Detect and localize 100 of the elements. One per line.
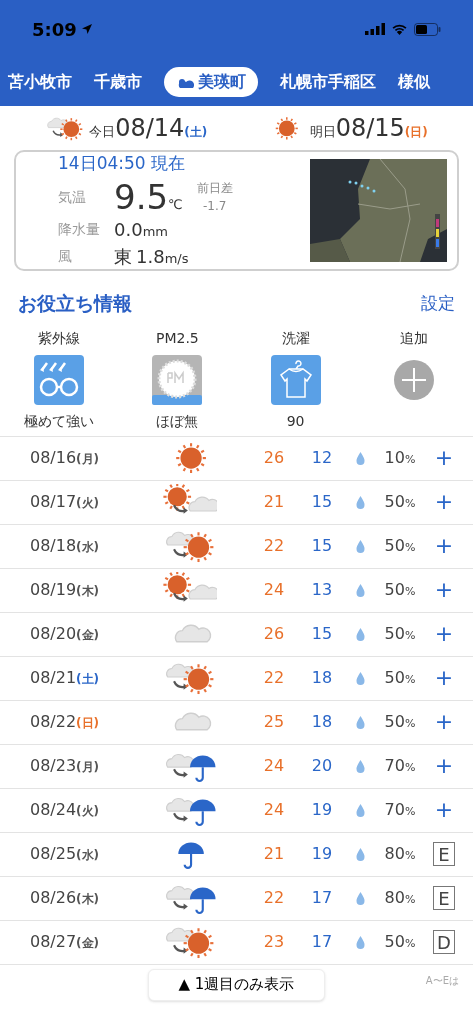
rain-chance: 50% [383, 931, 417, 953]
weather-icon [176, 76, 194, 88]
low-temp: 17 [310, 931, 334, 953]
wifi-icon [391, 23, 408, 35]
low-temp: 12 [310, 447, 334, 469]
info-label: 追加 [399, 328, 428, 348]
forecast-date: 08/18(水) [30, 535, 101, 557]
rain-chance: 70% [383, 799, 417, 821]
add-button[interactable]: + [433, 711, 455, 733]
raindrop-icon [355, 715, 365, 729]
high-temp: 23 [262, 931, 286, 953]
raindrop-icon [355, 539, 365, 553]
low-temp: 18 [310, 711, 334, 733]
field-label: 降水量 [58, 220, 101, 240]
city-tab[interactable]: 札幌市手稲区 [280, 70, 376, 94]
low-temp: 20 [310, 755, 334, 777]
low-temp: 13 [310, 579, 334, 601]
forecast-date: 08/21(土) [30, 667, 101, 689]
raindrop-icon [355, 671, 365, 685]
add-button[interactable]: + [433, 579, 455, 601]
add-icon[interactable] [392, 358, 435, 401]
field-value: 東 1.8m/s [114, 245, 189, 270]
raindrop-icon [355, 891, 365, 905]
info-label: PM2.5 [155, 328, 199, 348]
low-temp: 15 [310, 535, 334, 557]
pm25-icon [152, 354, 203, 405]
forecast-date: 08/27(金) [30, 931, 101, 953]
low-temp: 15 [310, 491, 334, 513]
location-arrow-icon [80, 23, 93, 35]
city-tab[interactable]: 様似 [398, 70, 430, 94]
clock: 5:09 [32, 17, 77, 42]
rain-chance: 50% [383, 535, 417, 557]
high-temp: 26 [262, 447, 286, 469]
raindrop-icon [355, 627, 365, 641]
raindrop-icon [355, 583, 365, 597]
add-button[interactable]: + [433, 755, 455, 777]
raindrop-icon [355, 451, 365, 465]
field-value: 0.0mm [114, 218, 168, 243]
city-tab[interactable]: 美瑛町 [164, 67, 258, 97]
rain-chance: 50% [383, 579, 417, 601]
info-label: 洗濯 [281, 328, 310, 348]
low-temp: 15 [310, 623, 334, 645]
forecast-date: 08/23(月) [30, 755, 101, 777]
info-value: 極めて強い [24, 411, 95, 431]
day-date: 明日 08/15(日) [309, 113, 428, 144]
add-button[interactable]: + [433, 667, 455, 689]
observation-time: 14日04:50 現在 [58, 151, 187, 175]
high-temp: 22 [262, 667, 286, 689]
forecast-date: 08/25(水) [30, 843, 101, 865]
high-temp: 21 [262, 491, 286, 513]
high-temp: 21 [262, 843, 286, 865]
low-temp: 19 [310, 799, 334, 821]
raindrop-icon [355, 759, 365, 773]
high-temp: 24 [262, 799, 286, 821]
low-temp: 17 [310, 887, 334, 909]
settings-link[interactable]: 設定 [421, 290, 455, 316]
signal-icon [365, 23, 385, 35]
info-value: ほぼ無 [156, 411, 199, 431]
add-button[interactable]: + [433, 535, 455, 557]
high-temp: 22 [262, 887, 286, 909]
add-button[interactable]: + [433, 447, 455, 469]
add-button[interactable]: + [433, 799, 455, 821]
rain-chance: 80% [383, 843, 417, 865]
high-temp: 24 [262, 579, 286, 601]
rain-chance: 50% [383, 711, 417, 733]
raindrop-icon [355, 935, 365, 949]
field-label: 風 [58, 247, 73, 267]
forecast-date: 08/16(月) [30, 447, 101, 469]
rain-chance: 70% [383, 755, 417, 777]
diff-label: 前日差 [196, 180, 233, 198]
low-temp: 18 [310, 667, 334, 689]
city-tab[interactable]: 苫小牧市 [8, 70, 72, 94]
reliability-grade: E [433, 842, 455, 866]
high-temp: 22 [262, 535, 286, 557]
add-button[interactable]: + [433, 623, 455, 645]
rain-chance: 10% [383, 447, 417, 469]
raindrop-icon [355, 495, 365, 509]
rain-chance: 50% [383, 667, 417, 689]
grade-note: A〜Eは [425, 973, 459, 988]
rain-chance: 80% [383, 887, 417, 909]
sun-glasses-icon [34, 354, 85, 405]
info-label: 紫外線 [38, 328, 81, 348]
forecast-date: 08/26(木) [30, 887, 101, 909]
add-button[interactable]: + [433, 491, 455, 513]
city-tab[interactable]: 千歳市 [94, 70, 142, 94]
low-temp: 19 [310, 843, 334, 865]
show-first-week-button[interactable]: ▲ 1週目のみ表示 [147, 968, 326, 1001]
day-date: 今日 08/14(土) [89, 113, 208, 144]
forecast-date: 08/17(火) [30, 491, 101, 513]
shirt-icon [270, 354, 321, 405]
rain-chance: 50% [383, 623, 417, 645]
battery-icon [414, 22, 441, 36]
info-value: 90 [286, 411, 305, 431]
forecast-date: 08/20(金) [30, 623, 101, 645]
section-title: お役立ち情報 [18, 291, 132, 316]
forecast-date: 08/19(木) [30, 579, 101, 601]
reliability-grade: E [433, 886, 455, 910]
field-label: 気温 [58, 187, 87, 207]
diff-value: -1.7 [202, 198, 227, 216]
high-temp: 24 [262, 755, 286, 777]
